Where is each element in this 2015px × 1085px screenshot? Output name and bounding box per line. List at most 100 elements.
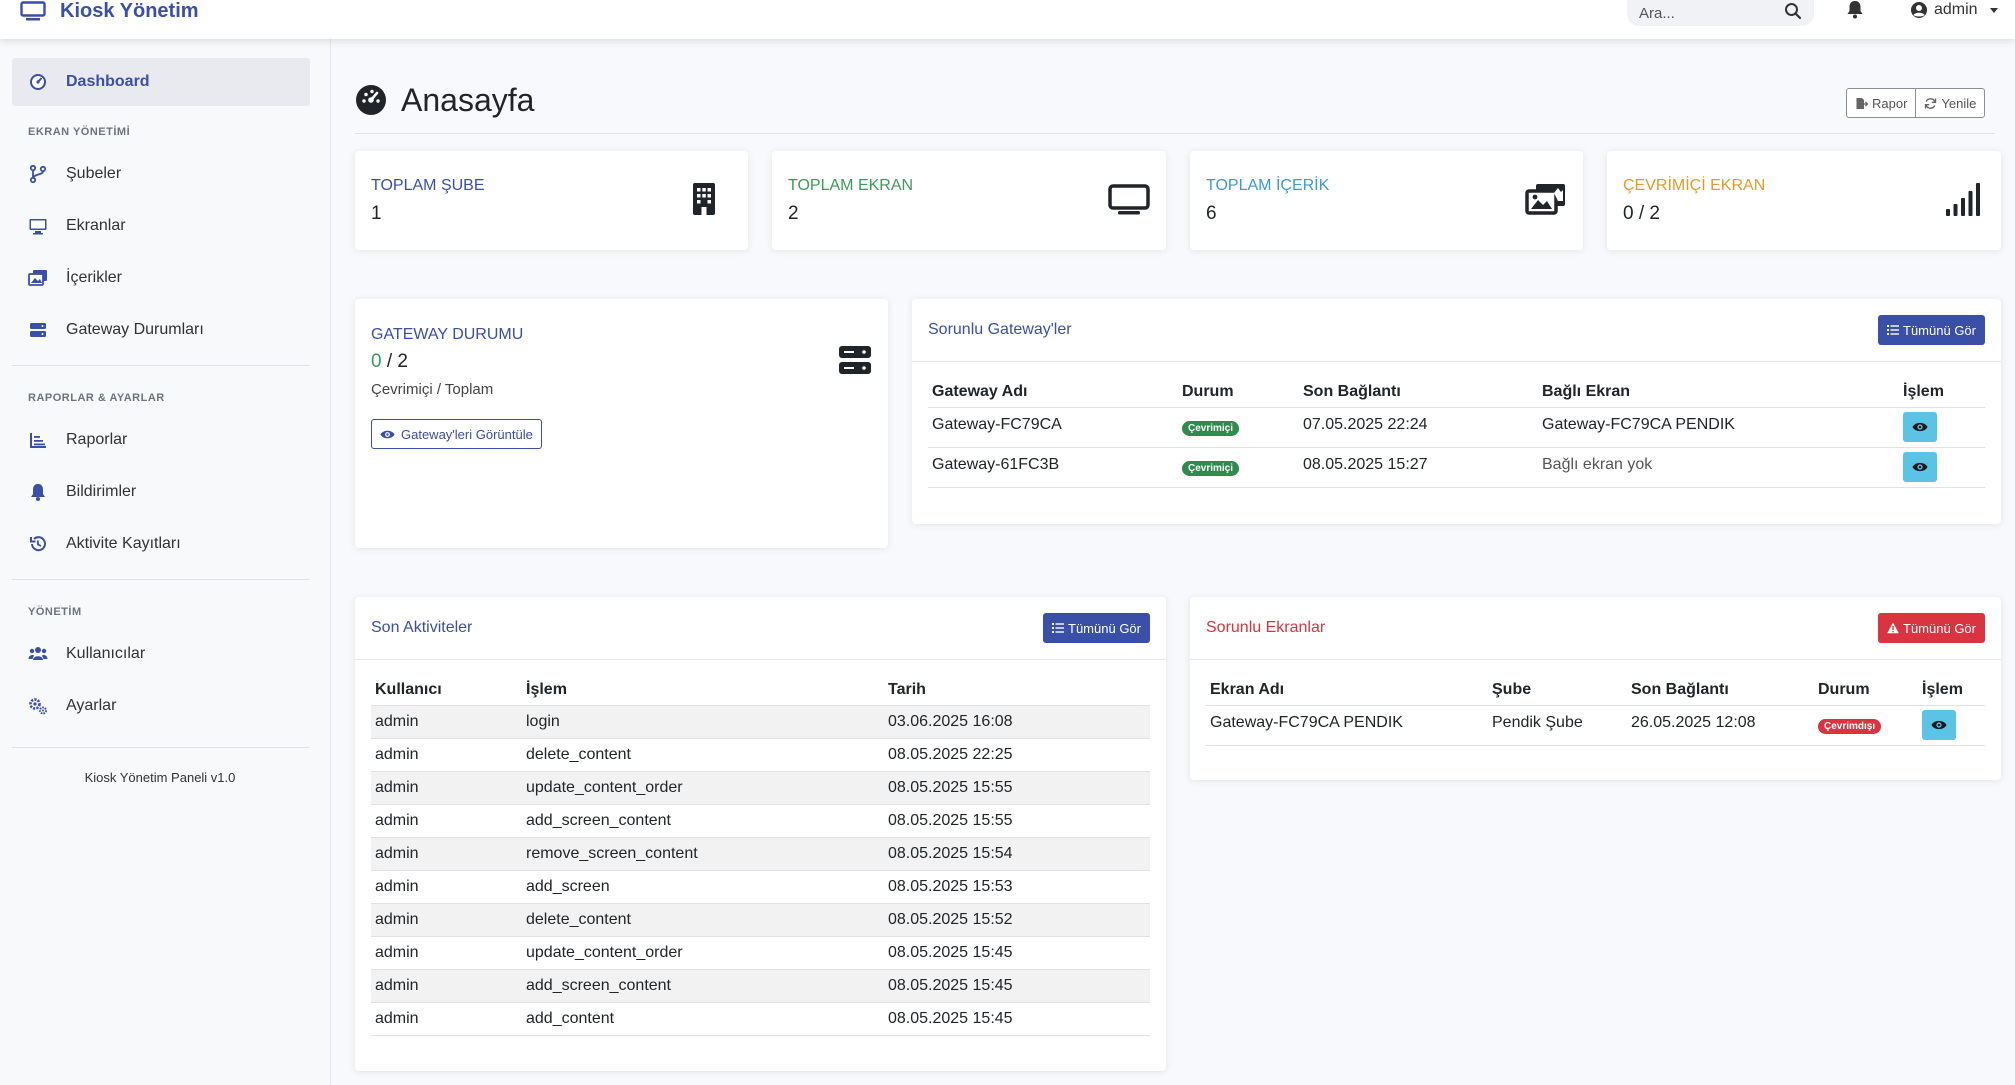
chart-line-icon [30, 433, 46, 448]
activity-date: 08.05.2025 15:55 [884, 771, 1150, 805]
stat-value: 1 [371, 203, 382, 224]
user-menu[interactable]: admin [1910, 0, 1998, 20]
activity-date: 08.05.2025 22:25 [884, 738, 1150, 772]
view-gateways-label: Gateway'leri Görüntüle [401, 426, 533, 442]
desktop-icon [29, 219, 47, 235]
sidebar-item-settings[interactable]: Ayarlar [12, 682, 310, 730]
view-all-screens-button[interactable]: Tümünü Gör [1878, 613, 1985, 643]
stat-card-screens: TOPLAM EKRAN 2 [772, 151, 1166, 250]
column-header: İşlem [1899, 375, 1985, 408]
activity-action: add_content [522, 1002, 884, 1036]
sidebar-item-activity-logs[interactable]: Aktivite Kayıtları [12, 520, 310, 568]
status-cell: Çevrimiçi [1178, 407, 1299, 448]
search-input[interactable] [1627, 2, 1777, 24]
refresh-button[interactable]: Yenile [1915, 89, 1984, 117]
gateway-total-count: / 2 [386, 351, 408, 372]
eye-icon [1931, 720, 1947, 730]
sidebar-item-contents[interactable]: İçerikler [12, 254, 310, 302]
sidebar-item-dashboard[interactable]: Dashboard [12, 58, 310, 106]
stat-label: TOPLAM ŞUBE [371, 177, 485, 194]
page-title-text: Anasayfa [401, 81, 535, 118]
search-icon[interactable] [1784, 2, 1802, 20]
sidebar-item-gateway-status[interactable]: Gateway Durumları [12, 306, 310, 354]
problem-screens-title: Sorunlu Ekranlar [1206, 619, 1326, 636]
divider [12, 365, 310, 366]
top-navbar: Kiosk Yönetim admin [0, 0, 2015, 39]
sidebar-item-screens[interactable]: Ekranlar [12, 202, 310, 250]
column-header: Durum [1814, 673, 1918, 706]
activity-action: add_screen_content [522, 804, 884, 838]
page-title: Anasayfa [355, 80, 534, 120]
view-screen-button[interactable] [1922, 710, 1956, 740]
view-gateway-button[interactable] [1903, 452, 1937, 482]
list-icon [1052, 623, 1065, 633]
eye-icon [1912, 462, 1928, 472]
user-name: admin [1934, 1, 1978, 18]
stat-card-contents: TOPLAM İÇERİK 6 [1190, 151, 1583, 250]
divider [1190, 659, 2001, 660]
activity-user: admin [371, 969, 522, 1003]
stat-card-branches: TOPLAM ŞUBE 1 [355, 151, 748, 250]
sidebar-item-label: Gateway Durumları [66, 321, 204, 338]
table-header-row: Gateway Adı Durum Son Bağlantı Bağlı Ekr… [928, 375, 1985, 408]
view-gateways-button[interactable]: Gateway'leri Görüntüle [371, 419, 542, 449]
stat-card-online-screens: ÇEVRİMİÇİ EKRAN 0 / 2 [1607, 151, 2001, 250]
view-all-activities-button[interactable]: Tümünü Gör [1043, 613, 1150, 643]
sidebar-item-label: Bildirimler [66, 483, 137, 500]
gauge-icon [30, 74, 46, 90]
warning-icon [1887, 622, 1899, 634]
sidebar-item-label: İçerikler [66, 269, 123, 286]
gateway-status-card: GATEWAY DURUMU 0 / 2 Çevrimiçi / Toplam … [355, 299, 888, 548]
table-row: admin login 03.06.2025 16:08 [371, 705, 1150, 739]
column-header: İşlem [1918, 673, 1985, 706]
search-box [1627, 0, 1814, 26]
sidebar-item-label: Kullanıcılar [66, 645, 146, 662]
sidebar-item-notifications[interactable]: Bildirimler [12, 468, 310, 516]
stat-label: TOPLAM EKRAN [788, 177, 914, 194]
activity-date: 08.05.2025 15:53 [884, 870, 1150, 904]
report-button-label: Rapor [1872, 95, 1908, 111]
table-row: Gateway-61FC3B Çevrimiçi 08.05.2025 15:2… [928, 447, 1985, 488]
recent-activities-title: Son Aktiviteler [371, 619, 473, 636]
user-circle-icon [1911, 2, 1927, 18]
bell-icon[interactable] [1846, 0, 1864, 20]
divider [355, 659, 1166, 660]
activity-action: remove_screen_content [522, 837, 884, 871]
code-branch-icon [29, 164, 47, 184]
action-cell [1899, 447, 1985, 488]
brand[interactable]: Kiosk Yönetim [20, 0, 199, 22]
activity-date: 03.06.2025 16:08 [884, 705, 1150, 739]
sidebar-item-label: Ekranlar [66, 217, 126, 234]
status-cell: Çevrimdışı [1814, 705, 1918, 746]
connected-screen: Bağlı ekran yok [1538, 447, 1899, 488]
view-all-gateways-button[interactable]: Tümünü Gör [1878, 315, 1985, 345]
view-all-label: Tümünü Gör [1903, 322, 1976, 338]
sidebar-item-reports[interactable]: Raporlar [12, 416, 310, 464]
gateway-online-count: 0 [371, 351, 382, 372]
report-button[interactable]: Rapor [1847, 89, 1915, 117]
eye-icon [380, 430, 395, 438]
problem-gateways-card: Sorunlu Gateway'ler Tümünü Gör Gateway A… [912, 299, 2001, 524]
column-header: Şube [1488, 673, 1627, 706]
activity-action: update_content_order [522, 936, 884, 970]
gateway-count: 0 / 2 [371, 351, 408, 373]
action-cell [1899, 407, 1985, 448]
status-badge: Çevrimiçi [1182, 460, 1240, 476]
last-connection: 07.05.2025 22:24 [1299, 407, 1538, 448]
table-row: admin add_screen_content 08.05.2025 15:45 [371, 969, 1150, 1003]
view-gateway-button[interactable] [1903, 412, 1937, 442]
sidebar-item-branches[interactable]: Şubeler [12, 150, 310, 198]
column-header: İşlem [522, 673, 884, 706]
refresh-button-label: Yenile [1941, 95, 1977, 111]
activity-action: login [522, 705, 884, 739]
brand-title: Kiosk Yönetim [60, 0, 199, 22]
recent-activities-table: Kullanıcı İşlem Tarih admin login 03.06.20… [371, 673, 1150, 1036]
status-badge: Çevrimiçi [1182, 420, 1240, 436]
column-header: Durum [1178, 375, 1299, 408]
screen-name: Gateway-FC79CA PENDIK [1206, 705, 1488, 746]
users-icon [28, 647, 48, 660]
activity-date: 08.05.2025 15:52 [884, 903, 1150, 937]
gauge-icon [356, 85, 386, 115]
sidebar-item-users[interactable]: Kullanıcılar [12, 630, 310, 678]
view-all-label: Tümünü Gör [1903, 620, 1976, 636]
